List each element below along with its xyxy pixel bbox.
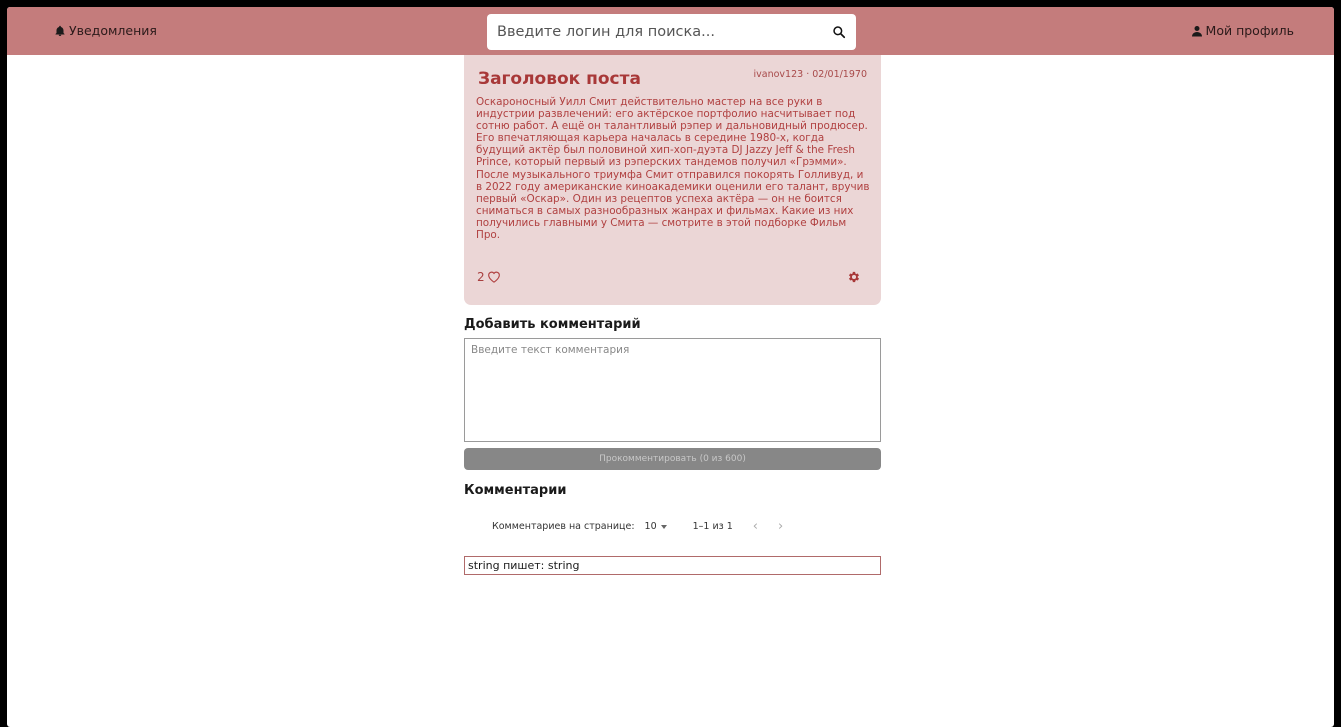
per-page-value: 10 (644, 521, 657, 532)
like-button[interactable]: 2 (477, 269, 502, 284)
comment-textarea[interactable] (464, 338, 881, 442)
page-range: 1–1 из 1 (692, 521, 733, 532)
profile-label: Мой профиль (1205, 23, 1294, 38)
user-search[interactable] (487, 14, 856, 50)
per-page-select[interactable]: 10 (645, 521, 667, 532)
search-icon[interactable] (832, 25, 846, 39)
profile-link[interactable]: Мой профиль (1191, 23, 1294, 38)
post-settings-button[interactable] (847, 269, 861, 288)
notifications-link[interactable]: Уведомления (54, 23, 157, 38)
app-window: Уведомления Мой профиль Заголовок поста … (7, 7, 1334, 727)
post-body: Оскароносный Уилл Смит действительно мас… (476, 96, 870, 242)
bell-icon (55, 25, 65, 36)
comment-text: string (547, 559, 580, 572)
prev-page-button[interactable]: ‹ (753, 519, 758, 534)
search-input[interactable] (497, 24, 832, 40)
comment-author: string пишет: (468, 559, 545, 572)
comments-heading: Комментарии (464, 483, 567, 498)
per-page-label: Комментариев на странице: (492, 521, 635, 532)
notifications-label: Уведомления (69, 23, 157, 38)
submit-comment-button[interactable]: Прокомментировать (0 из 600) (464, 448, 881, 470)
chevron-down-icon (660, 524, 667, 529)
post-card: Заголовок поста ivanov123 · 02/01/1970 О… (464, 55, 881, 305)
gear-icon[interactable] (847, 270, 861, 284)
user-icon (1191, 25, 1202, 36)
like-count: 2 (477, 269, 485, 284)
comments-pagination: Комментариев на странице: 10 1–1 из 1 ‹ … (492, 519, 803, 534)
comment-item: string пишет: string (464, 556, 881, 575)
add-comment-heading: Добавить комментарий (464, 317, 641, 332)
top-navbar: Уведомления Мой профиль (7, 7, 1334, 55)
heart-icon[interactable] (486, 269, 502, 284)
next-page-button[interactable]: › (778, 519, 783, 534)
post-meta: ivanov123 · 02/01/1970 (753, 69, 868, 80)
post-title: Заголовок поста (478, 69, 641, 89)
